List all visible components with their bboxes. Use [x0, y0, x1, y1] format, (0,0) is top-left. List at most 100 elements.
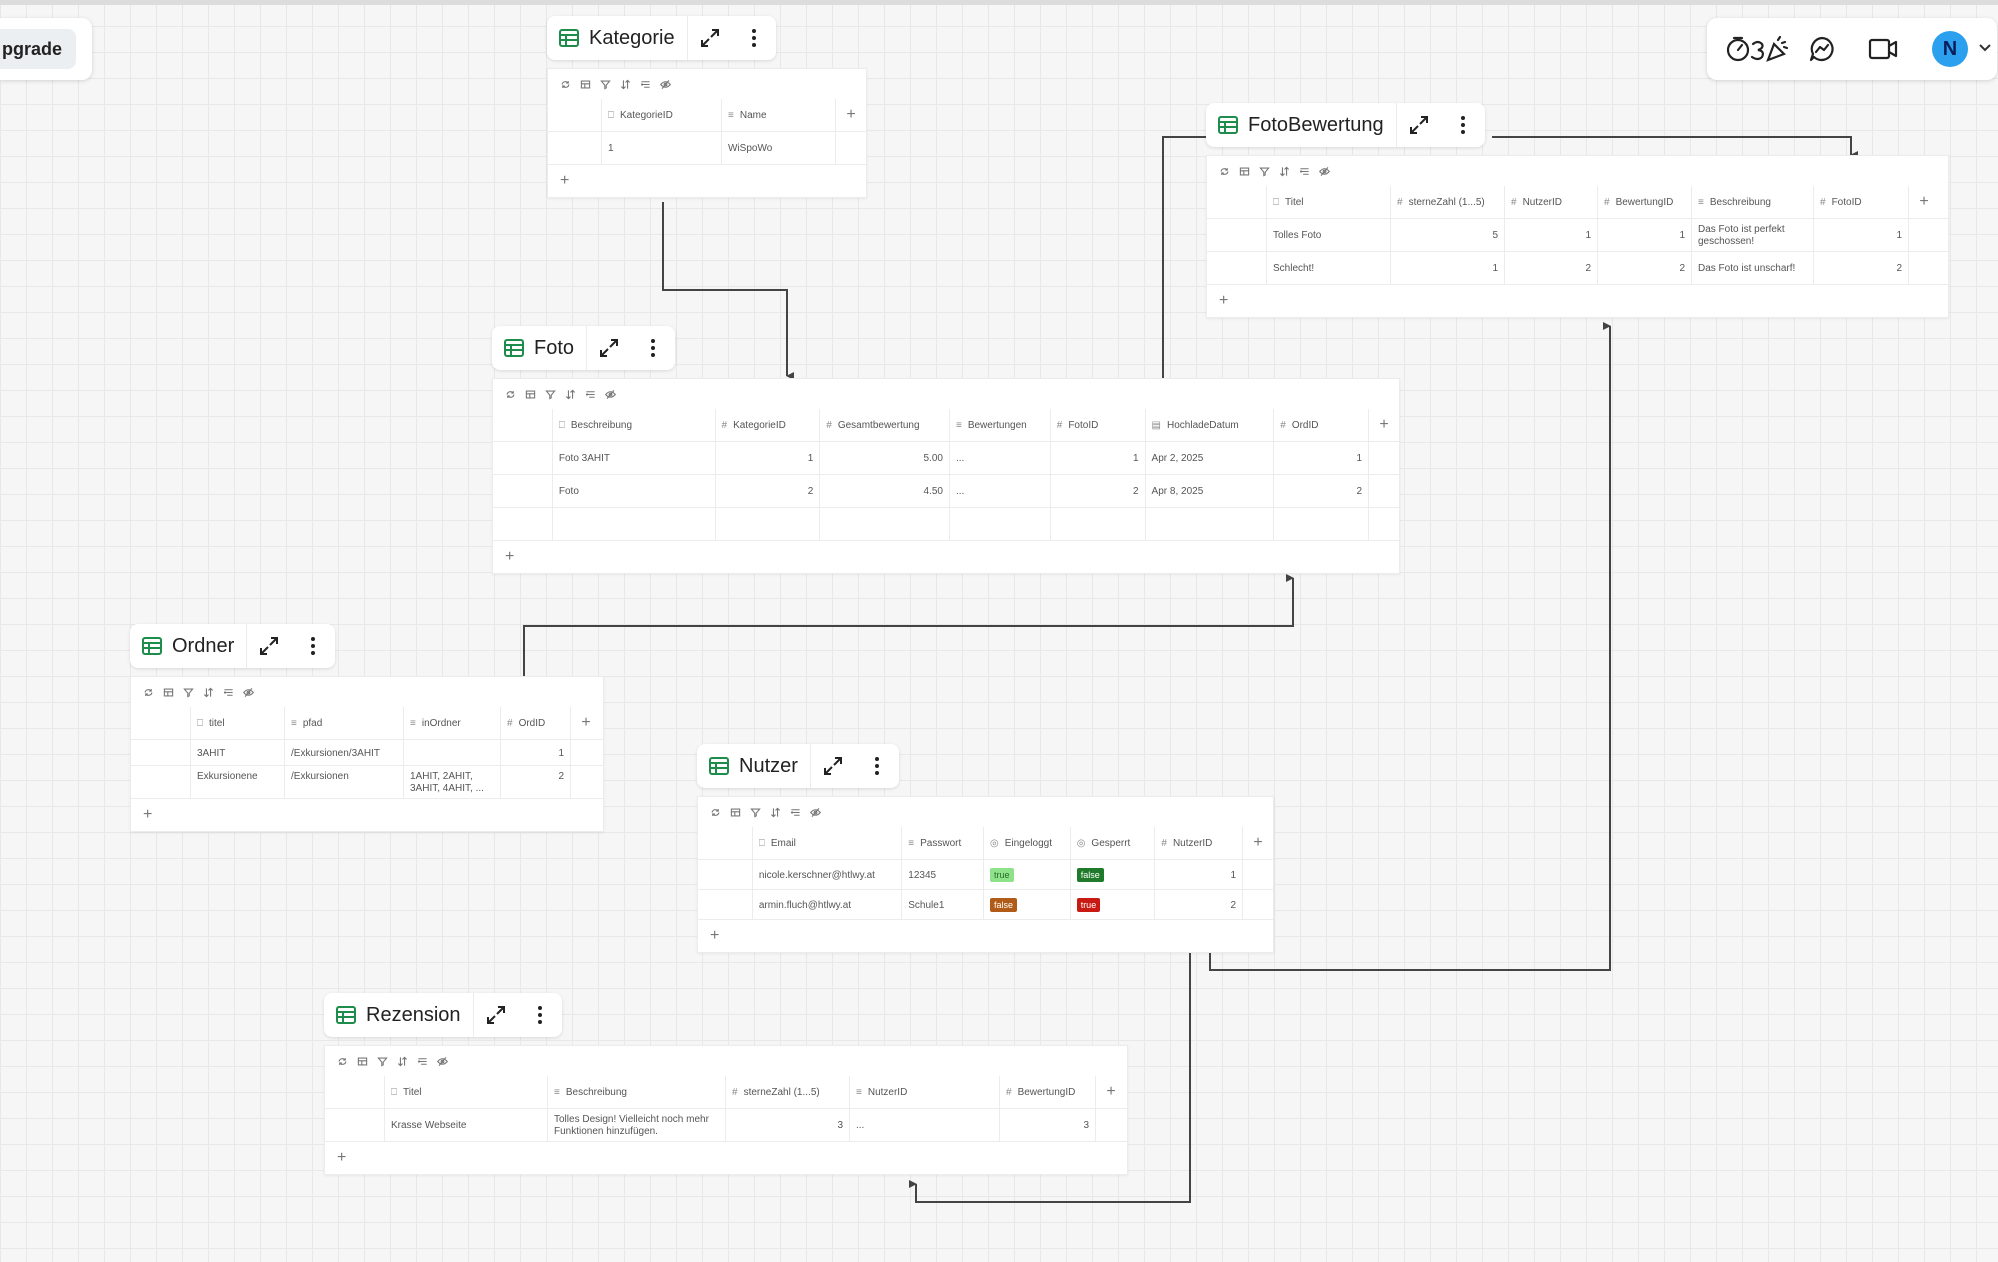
table-cell[interactable]: 1 — [501, 740, 571, 766]
vertical-dots-icon[interactable] — [855, 744, 899, 788]
refresh-icon[interactable] — [710, 807, 721, 818]
column-header[interactable]: ⎕ KategorieID — [602, 99, 722, 131]
table-cell[interactable] — [493, 508, 553, 540]
column-header[interactable]: ⎕ titel — [191, 707, 285, 739]
column-header[interactable]: ≡ NutzerID — [850, 1076, 1000, 1108]
column-header[interactable]: # NutzerID — [1155, 827, 1244, 859]
row-handle[interactable] — [1207, 219, 1267, 251]
table-cell[interactable]: ... — [950, 442, 1051, 474]
column-header[interactable]: ≡ Bewertungen — [950, 409, 1051, 441]
refresh-icon[interactable] — [143, 687, 154, 698]
table-row[interactable]: Foto 2 4.50... 2 Apr 8, 2025 2 — [493, 475, 1399, 508]
column-header[interactable]: # Gesamtbewertung — [820, 409, 950, 441]
table-cell[interactable] — [553, 508, 716, 540]
table-cell[interactable]: 2 — [1814, 252, 1909, 284]
column-header[interactable]: ≡ pfad — [285, 707, 404, 739]
table-row[interactable]: Tolles Foto 5 1 1 Das Foto ist perfekt gesch… — [1207, 219, 1948, 252]
add-column-button[interactable]: + — [1243, 827, 1273, 859]
sort-icon[interactable] — [620, 79, 631, 90]
row-handle[interactable] — [1207, 252, 1267, 284]
filter-icon[interactable] — [600, 79, 611, 90]
hide-fields-icon[interactable] — [810, 807, 821, 818]
column-header[interactable]: # sterneZahl (1...5) — [726, 1076, 850, 1108]
add-column-button[interactable]: + — [1909, 186, 1939, 218]
table-cell[interactable]: 1 — [1155, 860, 1244, 890]
table-cell[interactable]: 1 — [1274, 442, 1370, 474]
add-row-button[interactable]: + — [548, 165, 866, 197]
table-cell[interactable] — [1369, 508, 1399, 540]
vertical-dots-icon[interactable] — [518, 993, 562, 1037]
table-cell[interactable]: /Exkursionen/3AHIT — [285, 740, 404, 766]
table-cell[interactable]: WiSpoWo — [722, 132, 836, 164]
row-handle[interactable] — [493, 475, 553, 507]
table-cell[interactable]: false — [1071, 860, 1156, 890]
column-header[interactable]: # BewertungID — [1000, 1076, 1096, 1108]
table-cell[interactable]: 2 — [1274, 475, 1370, 507]
refresh-icon[interactable] — [1219, 166, 1230, 177]
column-header[interactable]: ≡ Name — [722, 99, 836, 131]
table-cell[interactable]: 3AHIT — [191, 740, 285, 766]
table-cell[interactable]: armin.fluch@htlwy.at — [753, 890, 903, 920]
column-header[interactable]: # OrdID — [1274, 409, 1370, 441]
layout-icon[interactable] — [730, 807, 741, 818]
table-cell[interactable]: 2 — [716, 475, 821, 507]
filter-icon[interactable] — [377, 1056, 388, 1067]
add-row-button[interactable]: + — [698, 920, 1273, 952]
table-cell[interactable]: 2 — [1505, 252, 1598, 284]
sort-icon[interactable] — [565, 389, 576, 400]
table-cell[interactable]: Apr 8, 2025 — [1146, 475, 1275, 507]
column-header[interactable]: ≡ Passwort — [902, 827, 984, 859]
table-cell[interactable]: 1 — [1505, 219, 1598, 251]
table-cell[interactable]: 5 — [1391, 219, 1505, 251]
column-header[interactable]: ▤ HochladeDatum — [1146, 409, 1275, 441]
table-cell[interactable]: nicole.kerschner@htlwy.at — [753, 860, 903, 890]
column-header[interactable]: # FotoID — [1814, 186, 1909, 218]
filter-icon[interactable] — [750, 807, 761, 818]
layout-icon[interactable] — [525, 389, 536, 400]
table-cell[interactable] — [716, 508, 821, 540]
table-row[interactable]: Schlecht! 1 2 2 Das Foto ist unscharf! 2 — [1207, 252, 1948, 285]
table-row[interactable]: 3AHIT/Exkursionen/3AHIT 1 — [131, 740, 603, 766]
table-cell[interactable]: 3 — [1000, 1109, 1096, 1141]
hide-fields-icon[interactable] — [1319, 166, 1330, 177]
vertical-dots-icon[interactable] — [1441, 103, 1485, 147]
add-column-button[interactable]: + — [1096, 1076, 1126, 1108]
table-cell[interactable]: 2 — [501, 766, 571, 798]
column-header[interactable]: ⎕ Beschreibung — [553, 409, 716, 441]
table-title[interactable]: Nutzer — [697, 744, 811, 788]
table-cell[interactable]: Das Foto ist perfekt geschossen! — [1692, 219, 1814, 251]
sort-icon[interactable] — [397, 1056, 408, 1067]
table-title[interactable]: Rezension — [324, 993, 474, 1037]
table-cell[interactable]: 12345 — [902, 860, 984, 890]
table-cell[interactable] — [820, 508, 950, 540]
vertical-dots-icon[interactable] — [732, 16, 776, 60]
row-handle[interactable] — [548, 132, 602, 164]
table-cell[interactable]: Tolles Foto — [1267, 219, 1391, 251]
layout-icon[interactable] — [1239, 166, 1250, 177]
column-header[interactable]: ◎ Gesperrt — [1071, 827, 1156, 859]
group-icon[interactable] — [790, 807, 801, 818]
vertical-dots-icon[interactable] — [631, 326, 675, 370]
row-handle[interactable] — [493, 442, 553, 474]
hide-fields-icon[interactable] — [660, 79, 671, 90]
column-header[interactable]: ≡ Beschreibung — [1692, 186, 1814, 218]
add-row-button[interactable]: + — [493, 541, 1399, 573]
expand-arrows-icon[interactable] — [811, 744, 855, 788]
refresh-icon[interactable] — [337, 1056, 348, 1067]
layout-icon[interactable] — [580, 79, 591, 90]
table-title[interactable]: FotoBewertung — [1206, 103, 1397, 147]
add-column-button[interactable]: + — [571, 707, 601, 739]
column-header[interactable]: # FotoID — [1051, 409, 1146, 441]
table-cell[interactable]: Krasse Webseite — [385, 1109, 548, 1141]
hide-fields-icon[interactable] — [605, 389, 616, 400]
refresh-icon[interactable] — [560, 79, 571, 90]
table-cell[interactable] — [1274, 508, 1370, 540]
add-column-button[interactable]: + — [836, 99, 866, 131]
expand-arrows-icon[interactable] — [587, 326, 631, 370]
table-title[interactable]: Kategorie — [547, 16, 688, 60]
table-cell[interactable]: 1 — [602, 132, 722, 164]
table-cell[interactable]: 1AHIT, 2AHIT, 3AHIT, 4AHIT, ... — [404, 766, 501, 798]
table-cell[interactable]: Das Foto ist unscharf! — [1692, 252, 1814, 284]
table-cell[interactable]: Exkursionene — [191, 766, 285, 798]
sort-icon[interactable] — [770, 807, 781, 818]
